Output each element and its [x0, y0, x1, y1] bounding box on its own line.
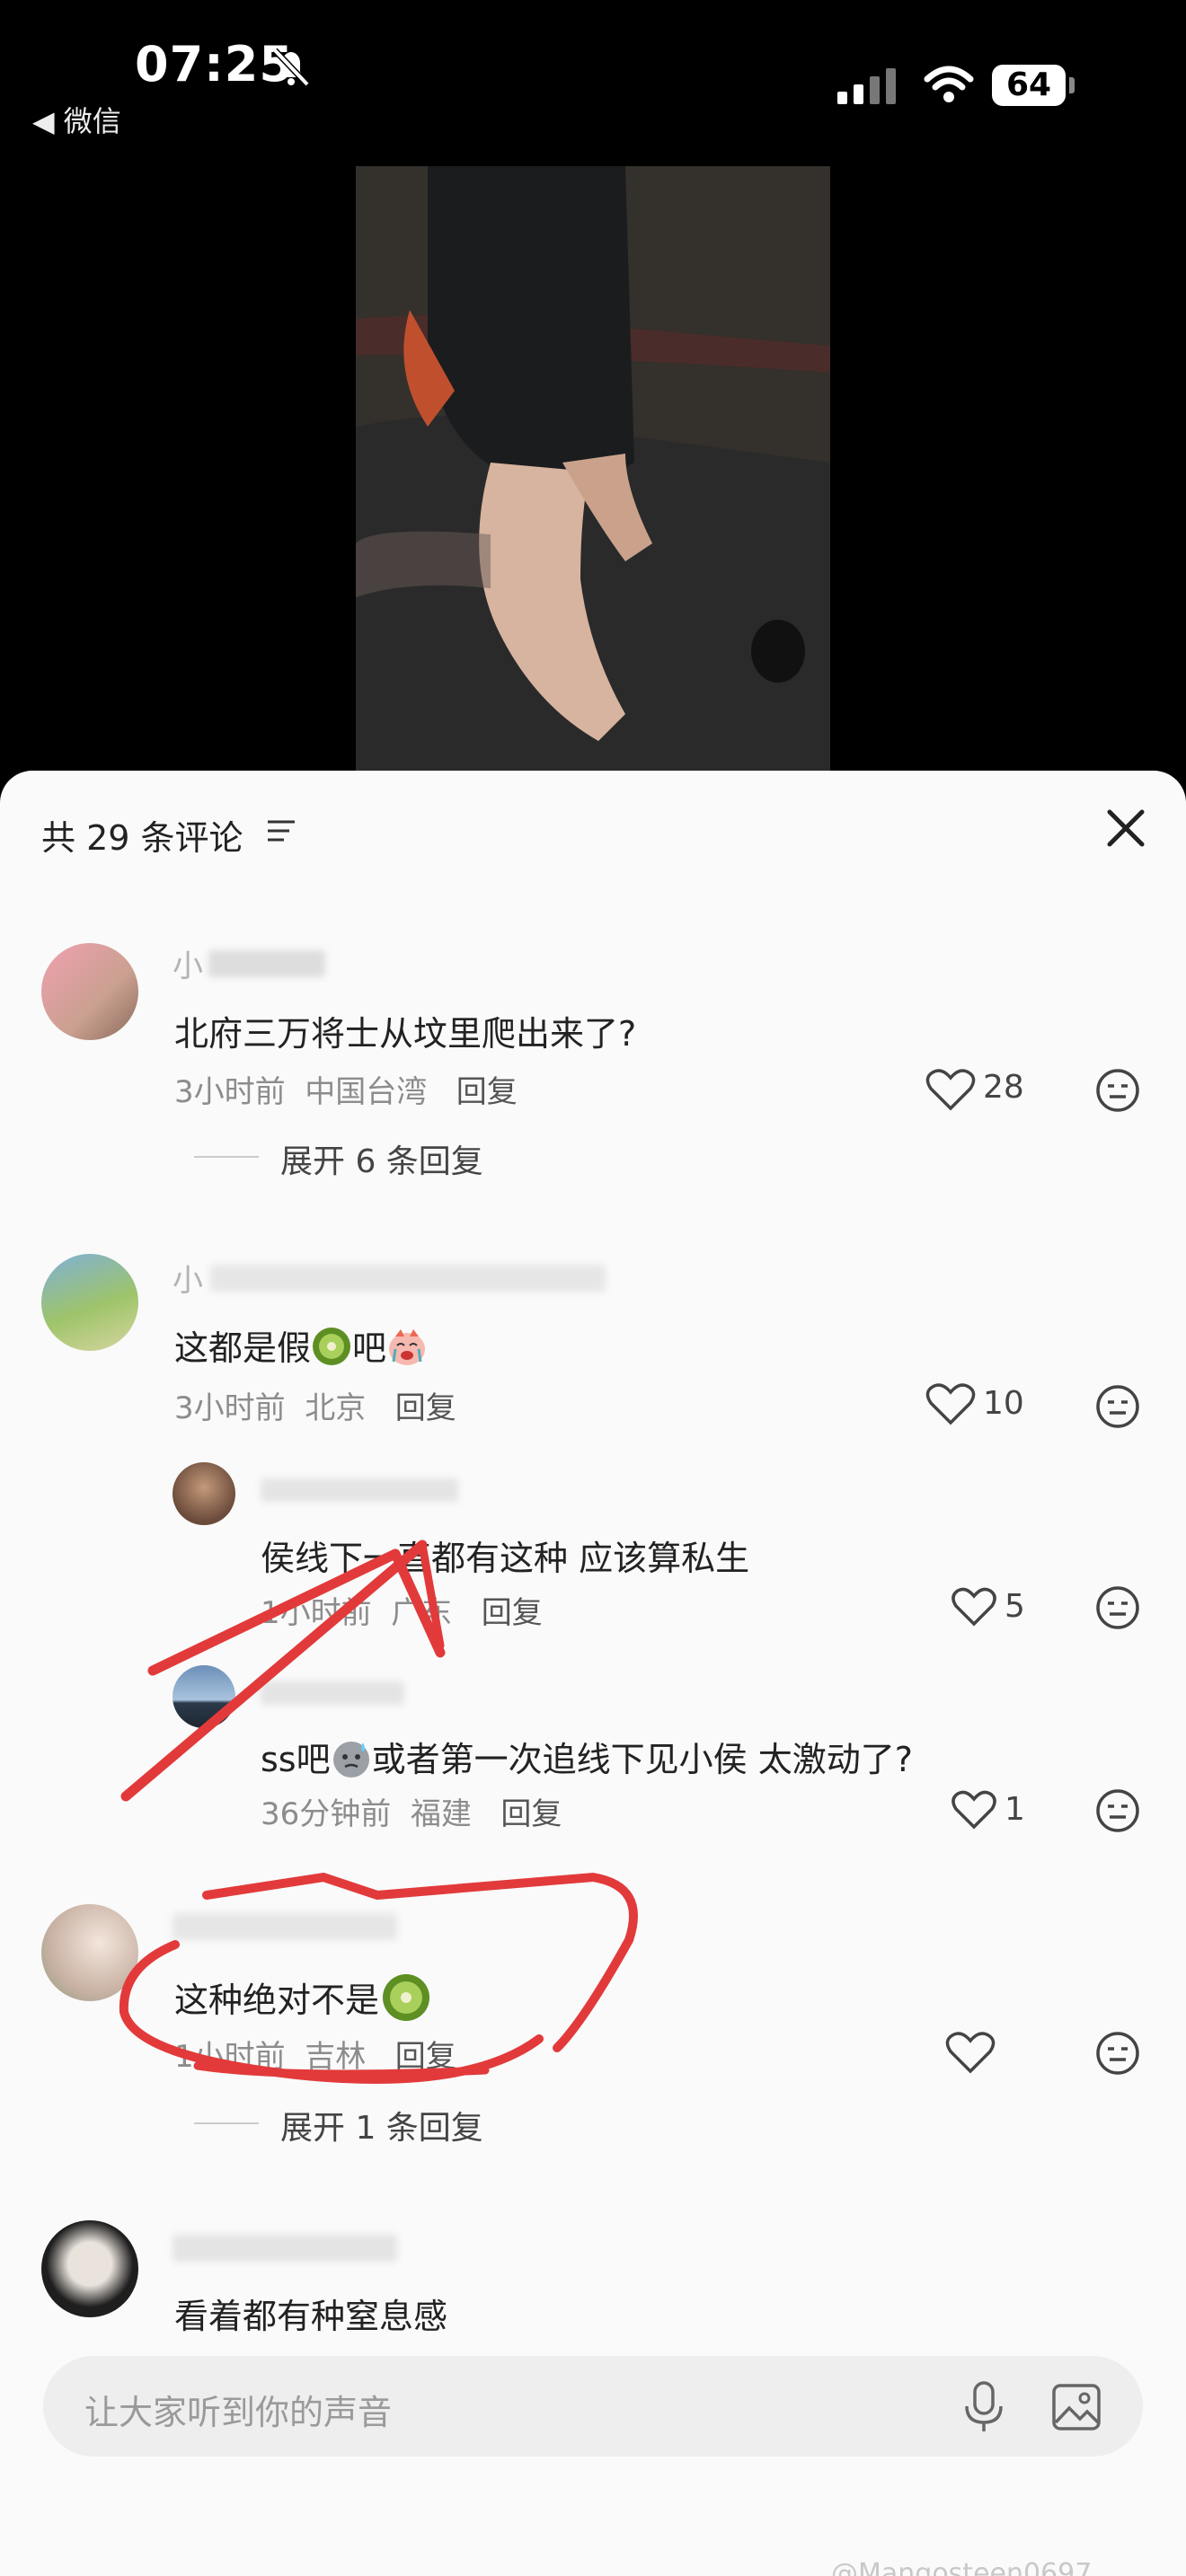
kiwi-emoji-icon: [383, 1974, 430, 2021]
comment-text-part: 吧: [352, 1328, 387, 1368]
comment-input-bar[interactable]: 让大家听到你的声音: [43, 2356, 1143, 2457]
comment-time: 1小时前: [261, 1595, 372, 1631]
like-count: 1: [1005, 1791, 1025, 1828]
comment-time: 36分钟前: [261, 1796, 392, 1832]
comment-text-part: 或者第一次追线下见小侯 太激动了?: [371, 1740, 913, 1779]
comment-time: 3小时前: [174, 1390, 286, 1426]
comment-text: 这都是假吧: [174, 1320, 428, 1370]
comment-username[interactable]: 小: [173, 1256, 203, 1300]
reply-button[interactable]: 回复: [482, 1595, 543, 1631]
comment-location: 福建: [410, 1796, 472, 1832]
cellular-signal-icon: [837, 68, 896, 104]
comment-text: 侯线下一直都有这种 应该算私生: [261, 1539, 750, 1578]
status-bar: 07:25 ◀ 微信 64: [0, 0, 1186, 153]
comment-meta: 1小时前 广东 回复: [261, 1588, 543, 1632]
reply-button[interactable]: 回复: [500, 1796, 562, 1832]
expand-divider: [194, 1156, 259, 1158]
comments-count-title: 共 29 条评论: [41, 818, 243, 858]
like-count: 10: [983, 1385, 1024, 1422]
avatar[interactable]: [41, 943, 138, 1040]
comment-text: 看着都有种窒息感: [174, 2297, 448, 2336]
blurred-username: [173, 2235, 397, 2262]
comment-text: ss吧 或者第一次追线下见小侯 太激动了?: [261, 1732, 913, 1781]
kiwi-emoji-icon: [313, 1328, 351, 1365]
reaction-emoji-icon[interactable]: [1094, 1584, 1141, 1631]
mute-bell-icon: [272, 48, 310, 87]
expand-divider: [194, 2122, 259, 2124]
avatar[interactable]: [173, 1462, 235, 1525]
like-count: 28: [983, 1069, 1024, 1106]
reply-button[interactable]: 回复: [395, 2039, 456, 2075]
reaction-emoji-icon[interactable]: [1094, 1787, 1141, 1834]
comment-location: 中国台湾: [305, 1074, 428, 1110]
expand-replies-button[interactable]: 展开 6 条回复: [280, 1135, 483, 1182]
like-count: 5: [1005, 1588, 1025, 1625]
blurred-username: [208, 950, 325, 977]
avatar[interactable]: [173, 1665, 235, 1728]
blurred-username: [261, 1478, 458, 1502]
close-icon[interactable]: [1101, 803, 1151, 853]
blurred-username: [261, 1681, 404, 1705]
crying-emoji-icon: [389, 1329, 426, 1365]
comment-text-part: 这种绝对不是: [174, 1981, 380, 2020]
reaction-emoji-icon[interactable]: [1094, 1067, 1141, 1114]
battery-indicator: 64: [992, 65, 1066, 106]
heart-icon[interactable]: [925, 1067, 976, 1112]
wifi-icon: [924, 66, 974, 102]
sort-filter-icon[interactable]: [266, 817, 296, 844]
heart-icon[interactable]: [945, 2030, 996, 2075]
comment-meta: 36分钟前 福建 回复: [261, 1789, 562, 1833]
comment-location: 吉林: [305, 2039, 367, 2075]
battery-tip: [1069, 77, 1075, 93]
comment-meta: 3小时前 北京 回复: [174, 1383, 456, 1427]
comment-text-part: 这都是假: [174, 1328, 312, 1368]
video-player[interactable]: [356, 166, 830, 772]
video-frame: [356, 166, 830, 772]
heart-icon[interactable]: [951, 1789, 997, 1831]
avatar[interactable]: [41, 1254, 138, 1351]
comment-text-part: ss吧: [261, 1740, 331, 1779]
comment-username[interactable]: 小: [173, 941, 203, 985]
comment-text: 北府三万将士从坟里爬出来了?: [174, 1014, 637, 1054]
comment-meta: 1小时前 吉林 回复: [174, 2032, 456, 2076]
comment-location: 广东: [391, 1595, 453, 1631]
avatar[interactable]: [41, 2220, 138, 2317]
comment-input-placeholder[interactable]: 让大家听到你的声音: [84, 2385, 392, 2434]
comment-time: 3小时前: [174, 1074, 286, 1110]
comment-text: 这种绝对不是: [174, 1972, 433, 2023]
heart-icon[interactable]: [925, 1381, 976, 1426]
microphone-icon[interactable]: [961, 2381, 1006, 2433]
reaction-emoji-icon[interactable]: [1094, 1383, 1141, 1430]
comments-sheet: 共 29 条评论 小 北府三万将士从坟里爬出来了? 3小时前 中国台湾 回复 2…: [0, 771, 1186, 2576]
blurred-username: [173, 1913, 397, 1940]
comment-location: 北京: [305, 1390, 367, 1426]
reply-button[interactable]: 回复: [395, 1390, 456, 1426]
reply-button[interactable]: 回复: [456, 1074, 518, 1110]
image-picker-icon[interactable]: [1051, 2383, 1102, 2431]
blurred-username: [210, 1265, 606, 1292]
reaction-emoji-icon[interactable]: [1094, 2030, 1141, 2077]
watermark: @Mangosteen0697: [831, 2558, 1093, 2576]
avatar[interactable]: [41, 1904, 138, 2001]
expand-replies-button[interactable]: 展开 1 条回复: [280, 2102, 483, 2148]
comment-meta: 3小时前 中国台湾 回复: [174, 1067, 518, 1111]
back-to-wechat-link[interactable]: ◀ 微信: [32, 99, 121, 140]
comment-time: 1小时前: [174, 2039, 286, 2075]
heart-icon[interactable]: [951, 1586, 997, 1628]
sweat-emoji-icon: [332, 1742, 369, 1778]
